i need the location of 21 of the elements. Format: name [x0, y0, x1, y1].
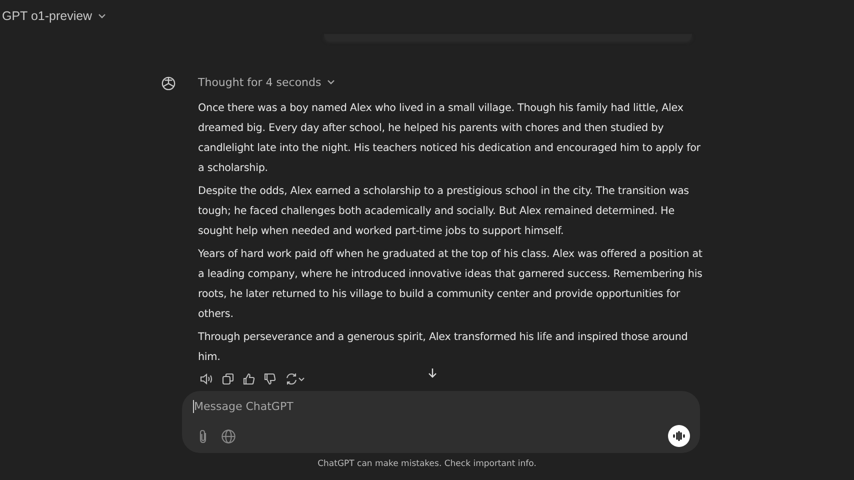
waveform-icon	[673, 431, 685, 441]
chevron-down-icon	[327, 78, 336, 86]
input-placeholder: Message ChatGPT	[193, 400, 294, 413]
thumbs-up-icon[interactable]	[243, 373, 255, 385]
paragraph: Through perseverance and a generous spirit, Alex transformed his life and inspired those around him.	[198, 330, 689, 365]
paragraph: Years of hard work paid off when he graduated at the top of his class. Alex was offered a position at a leading company, where he introduced innovative ideas that garnered success. Remembering his roots, he later returned to his village to build a community center and provide opportunities for others.	[198, 247, 703, 322]
paragraph: Once there was a boy named Alex who lived in a small village. Though his family had little, Alex dreamed big. Every day after school, he helped his parents with chores and then studied by candlelight late into the night. His teachers noticed his dedication and encouraged him to apply for a scholarship.	[198, 101, 702, 176]
thought-toggle[interactable]: Thought for 4 seconds	[198, 74, 336, 90]
voice-button[interactable]	[668, 425, 690, 447]
globe-icon[interactable]	[221, 428, 236, 444]
regenerate-icon[interactable]	[285, 373, 305, 385]
message-input[interactable]: Message ChatGPT	[182, 391, 700, 453]
chevron-down-icon	[98, 12, 106, 20]
copy-icon[interactable]	[222, 373, 234, 385]
paperclip-icon[interactable]	[197, 428, 209, 444]
arrow-down-icon[interactable]	[428, 368, 437, 378]
thumbs-down-icon[interactable]	[264, 373, 276, 385]
speaker-icon[interactable]	[200, 373, 213, 385]
disclaimer-text: ChatGPT can make mistakes. Check important info.	[316, 459, 538, 469]
model-selector[interactable]: GPT o1-preview	[2, 9, 106, 23]
paragraph: Despite the odds, Alex earned a scholarship to a prestigious school in the city. The transition was tough; he faced challenges both academically and socially. But Alex remained determined. He sought help when needed and worked part-time jobs to support himself.	[198, 184, 690, 239]
